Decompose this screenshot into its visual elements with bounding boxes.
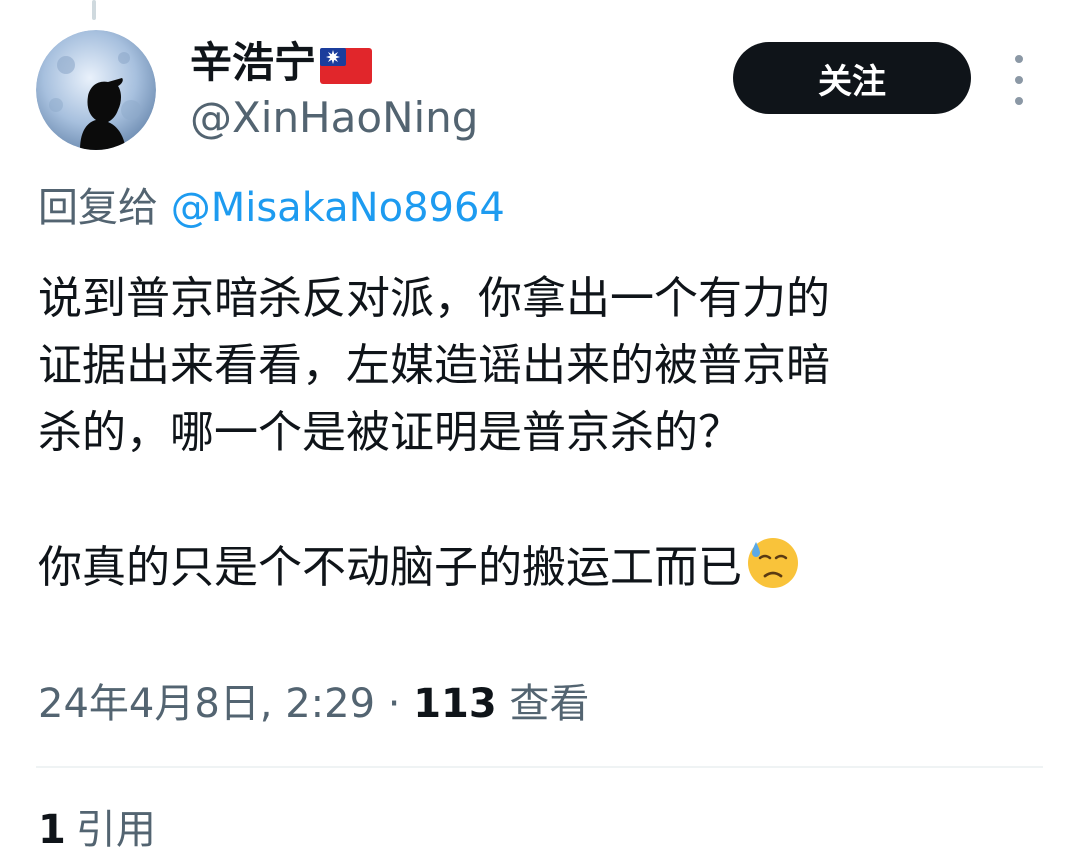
- reply-mention-link[interactable]: @MisakaNo8964: [171, 185, 505, 231]
- views-count: 113: [413, 681, 497, 727]
- reply-context: 回复给 @MisakaNo8964: [38, 184, 505, 232]
- tweet-line: 说到普京暗杀反对派，你拿出一个有力的: [38, 273, 830, 324]
- tweet-meta: 24年4月8日, 2:29 · 113 查看: [38, 680, 589, 728]
- quotes-label: 引用: [75, 807, 156, 853]
- tweet-body: 说到普京暗杀反对派，你拿出一个有力的 证据出来看看，左媒造谣出来的被普京暗 杀的…: [38, 265, 1048, 601]
- display-name[interactable]: 辛浩宁: [190, 38, 373, 88]
- avatar[interactable]: [36, 30, 156, 150]
- thread-connector-line: [92, 0, 96, 20]
- more-dot: [1015, 55, 1023, 63]
- display-name-text: 辛浩宁: [190, 38, 317, 87]
- tweet-line: 证据出来看看，左媒造谣出来的被普京暗: [38, 340, 830, 391]
- quotes-count: 1: [38, 807, 66, 853]
- tweet-datetime[interactable]: 24年4月8日, 2:29: [38, 681, 375, 727]
- more-dot: [1015, 76, 1023, 84]
- user-handle[interactable]: @XinHaoNing: [190, 92, 478, 144]
- tweet-line-with-emoji: 你真的只是个不动脑子的搬运工而已: [38, 532, 1048, 601]
- taiwan-flag-icon: [320, 45, 373, 84]
- reply-prefix: 回复给: [38, 185, 158, 231]
- more-vertical-icon[interactable]: [1003, 55, 1035, 105]
- more-dot: [1015, 97, 1023, 105]
- tweet-line: 你真的只是个不动脑子的搬运工而已: [38, 542, 742, 593]
- follow-button[interactable]: 关注: [733, 42, 971, 114]
- downcast-face-with-sweat-emoji: [744, 532, 802, 590]
- meta-separator: ·: [375, 681, 414, 727]
- views-label: 查看: [496, 681, 590, 727]
- quotes-stat[interactable]: 1 引用: [38, 806, 156, 854]
- divider: [36, 766, 1043, 768]
- tweet-line: 杀的，哪一个是被证明是普京杀的？: [38, 407, 742, 458]
